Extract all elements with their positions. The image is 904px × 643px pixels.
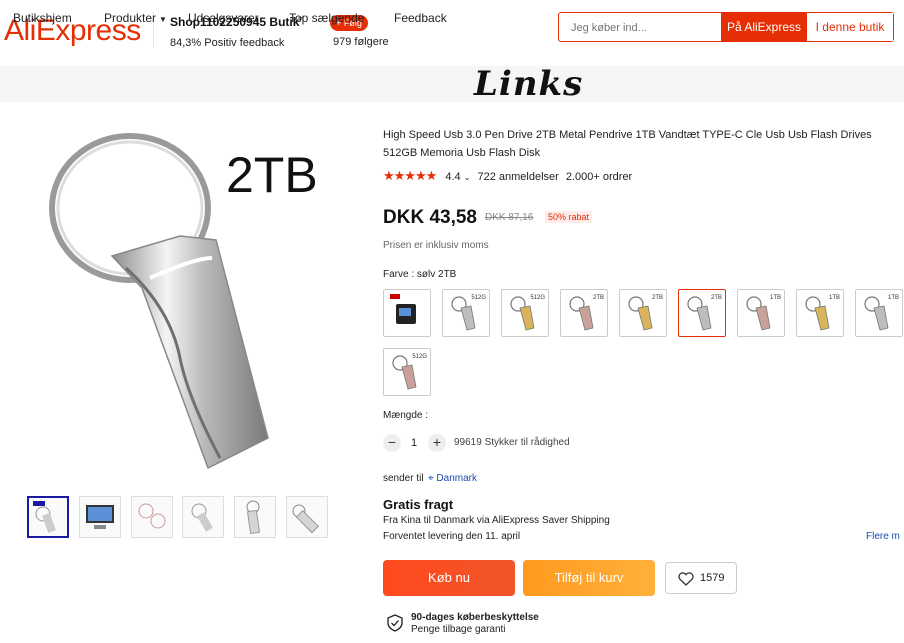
- color-swatch[interactable]: 2TB: [678, 289, 726, 337]
- ship-to-label: sender til: [383, 473, 424, 484]
- swatch-capacity-label: 1TB: [828, 295, 840, 301]
- order-count: 2.000+ ordrer: [565, 171, 633, 183]
- color-swatch[interactable]: [383, 289, 431, 337]
- location-pin-icon: ⌖: [428, 473, 434, 484]
- quantity-increase-button[interactable]: +: [428, 434, 446, 452]
- chevron-down-icon[interactable]: ⌄: [464, 173, 471, 182]
- swatch-capacity-label: 2TB: [592, 295, 604, 301]
- delivery-estimate: Forventet levering den 11. april: [383, 531, 521, 542]
- color-swatch[interactable]: 512G: [383, 348, 431, 396]
- product-title: High Speed Usb 3.0 Pen Drive 2TB Metal P…: [383, 129, 872, 159]
- thumbnail[interactable]: [79, 496, 121, 538]
- thumbnail[interactable]: [27, 496, 69, 538]
- buyer-protection-title: 90-dages køberbeskyttelse: [411, 612, 539, 623]
- thumbnail[interactable]: [131, 496, 173, 538]
- swatch-capacity-label: 512G: [471, 295, 486, 301]
- vat-note: Prisen er inklusiv moms: [383, 240, 489, 251]
- buy-now-button[interactable]: Køb nu: [383, 560, 515, 596]
- swatch-capacity-label: 2TB: [710, 295, 722, 301]
- heart-icon: [678, 572, 694, 586]
- star-rating-icon: ★★★★★: [383, 168, 437, 183]
- thumbnail[interactable]: [286, 496, 328, 538]
- shop-feedback: 84,3% Positiv feedback: [170, 37, 285, 49]
- discount-badge: 50% rabat: [545, 211, 593, 223]
- review-count[interactable]: 722 anmeldelser: [477, 171, 558, 183]
- nav-item-store-home[interactable]: Butikshjem: [13, 11, 72, 25]
- chevron-down-icon: ▼: [159, 15, 167, 24]
- color-swatch[interactable]: 2TB: [619, 289, 667, 337]
- thumbnail[interactable]: [234, 496, 276, 538]
- nav-item-label: Produkter: [104, 11, 157, 25]
- quantity-value[interactable]: 1: [411, 437, 417, 449]
- swatch-capacity-label: 2TB: [651, 295, 663, 301]
- followers-count: 979 følgere: [333, 36, 389, 48]
- shield-check-icon: [387, 614, 403, 632]
- current-price: DKK 43,58: [383, 207, 477, 228]
- swatch-capacity-label: 512G: [530, 295, 545, 301]
- color-swatch[interactable]: 1TB: [796, 289, 844, 337]
- quantity-decrease-button[interactable]: −: [383, 434, 401, 452]
- ship-to-country[interactable]: ⌖ Danmark: [428, 473, 477, 484]
- color-swatch[interactable]: 1TB: [737, 289, 785, 337]
- usb-drive-icon: [292, 504, 320, 534]
- ship-to-country-text: Danmark: [436, 473, 477, 484]
- color-swatch[interactable]: 2TB: [560, 289, 608, 337]
- add-to-cart-button[interactable]: Tilføj til kurv: [523, 560, 655, 596]
- swatch-capacity-label: 1TB: [887, 295, 899, 301]
- nav-item-products[interactable]: Produkter ▼: [104, 11, 167, 25]
- color-swatch[interactable]: 512G: [501, 289, 549, 337]
- nav-item-feedback[interactable]: Feedback: [394, 11, 447, 25]
- buyer-protection-subtitle: Penge tilbage garanti: [411, 624, 506, 635]
- color-swatch[interactable]: 512G: [442, 289, 490, 337]
- image-capacity-label: 2TB: [226, 147, 318, 203]
- swatch-capacity-label: 512G: [412, 354, 427, 360]
- usb-drive-icon: [86, 505, 114, 529]
- usb-drive-icon: [246, 500, 261, 535]
- wishlist-button[interactable]: 1579: [665, 562, 737, 594]
- search-input[interactable]: [559, 13, 733, 43]
- swatch-capacity-label: 1TB: [769, 295, 781, 301]
- availability-text: 99619 Stykker til rådighed: [454, 437, 570, 448]
- store-navbar: [0, 66, 904, 102]
- quantity-label: Mængde :: [383, 410, 429, 421]
- color-label: Farve : sølv 2TB: [383, 269, 457, 280]
- usb-drive-icon: [138, 503, 166, 529]
- nav-item-top-selling[interactable]: Top sælgende: [289, 11, 364, 25]
- thumbnail[interactable]: [182, 496, 224, 538]
- shipping-method: Fra Kina til Danmark via AliExpress Save…: [383, 515, 610, 526]
- search-bar: På AliExpress I denne butik: [558, 12, 894, 43]
- rating-value[interactable]: 4.4: [445, 171, 460, 183]
- original-price: DKK 87,16: [485, 212, 534, 223]
- more-shipping-link[interactable]: Flere m: [866, 531, 900, 542]
- usb-drive-icon: [390, 294, 416, 324]
- usb-drive-icon: [33, 501, 56, 533]
- usb-drive-icon: [191, 503, 213, 532]
- nav-item-sale[interactable]: Udsalgsvarer: [188, 11, 259, 25]
- rating-row: ★★★★★ 4.4 ⌄ 722 anmeldelser 2.000+ ordre…: [383, 168, 632, 184]
- free-shipping-title: Gratis fragt: [383, 497, 454, 512]
- search-store-button[interactable]: I denne butik: [807, 13, 893, 41]
- wishlist-count: 1579: [700, 572, 725, 584]
- overlay-title: Links: [474, 64, 584, 104]
- search-aliexpress-button[interactable]: På AliExpress: [721, 13, 807, 41]
- color-swatch[interactable]: 1TB: [855, 289, 903, 337]
